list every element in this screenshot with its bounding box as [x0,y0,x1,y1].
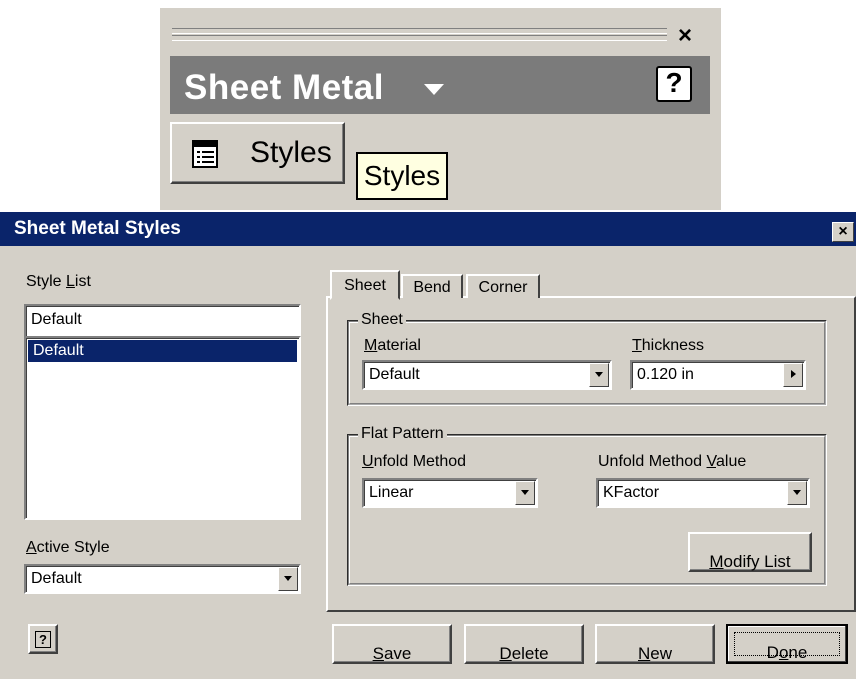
list-item[interactable]: Default [28,340,297,362]
dropdown-button[interactable] [787,481,807,505]
style-list[interactable]: Default [24,336,301,520]
styles-button[interactable]: Styles [170,122,345,184]
unfold-method-label: Unfold Method [362,453,467,470]
thickness-flyout-button[interactable] [783,363,803,387]
panel-grip[interactable] [172,28,667,34]
help-icon[interactable]: ? [656,66,692,102]
panel-grip-line [172,35,667,41]
thickness-field[interactable]: 0.120 in [630,360,806,390]
active-style-dropdown[interactable]: Default [24,564,301,594]
save-button-label: Save [372,644,412,663]
help-icon: ? [35,631,51,648]
dropdown-button[interactable] [589,363,609,387]
new-button[interactable]: New [595,624,715,664]
material-dropdown[interactable]: Default [362,360,612,390]
unfold-method-value-dropdown[interactable]: KFactor [596,478,810,508]
dropdown-button[interactable] [515,481,535,505]
dropdown-button[interactable] [278,567,298,591]
list-item-label: Default [33,342,84,359]
active-style-value: Default [31,570,82,587]
tab-bend-label: Bend [413,279,451,296]
tab-bend[interactable]: Bend [401,274,463,298]
chevron-right-icon [791,370,796,378]
unfold-method-value-value: KFactor [603,484,660,501]
new-button-label: New [637,644,672,663]
dialog-title: Sheet Metal Styles [14,218,181,239]
help-button[interactable]: ? [28,624,58,654]
done-button-label: Done [766,643,808,662]
style-name-input[interactable]: Default [24,304,301,338]
panel-close-icon[interactable]: × [678,24,692,48]
flat-pattern-group-title: Flat Pattern [358,424,447,444]
material-value: Default [369,366,420,383]
style-name-input-value: Default [31,311,82,328]
styles-list-icon [192,140,218,168]
chevron-down-icon [284,576,292,581]
close-icon[interactable]: × [832,222,854,242]
thickness-label: Thickness [632,337,705,354]
chevron-down-icon [521,490,529,495]
save-button[interactable]: Save [332,624,452,664]
unfold-method-dropdown[interactable]: Linear [362,478,538,508]
styles-button-label: Styles [250,136,332,169]
tab-corner-label: Corner [478,279,528,296]
tab-corner[interactable]: Corner [466,274,540,298]
sheet-group-title: Sheet [358,310,406,330]
panel-title[interactable]: Sheet Metal [184,68,384,108]
active-style-label: Active Style [26,539,110,556]
delete-button-label: Delete [499,644,549,663]
unfold-method-value: Linear [369,484,414,501]
sheet-metal-panel-bar: × Sheet Metal ? Styles Styles [160,8,721,210]
done-button[interactable]: Done [726,624,848,664]
unfold-method-value-label: Unfold Method Value [598,453,747,470]
delete-button[interactable]: Delete [464,624,584,664]
chevron-down-icon [793,490,801,495]
tab-sheet-label: Sheet [344,277,386,294]
chevron-down-icon [595,372,603,377]
chevron-down-icon[interactable] [424,84,444,95]
modify-list-button[interactable]: Modify List [688,532,812,572]
material-label: Material [364,337,421,354]
tab-sheet[interactable]: Sheet [330,270,400,300]
style-list-label: Style List [26,273,91,290]
modify-list-label: Modify List [709,552,791,571]
sheet-metal-styles-dialog: Sheet Metal Styles × Style List Default … [0,212,856,679]
thickness-value: 0.120 in [637,366,694,383]
styles-tooltip: Styles [356,152,448,200]
